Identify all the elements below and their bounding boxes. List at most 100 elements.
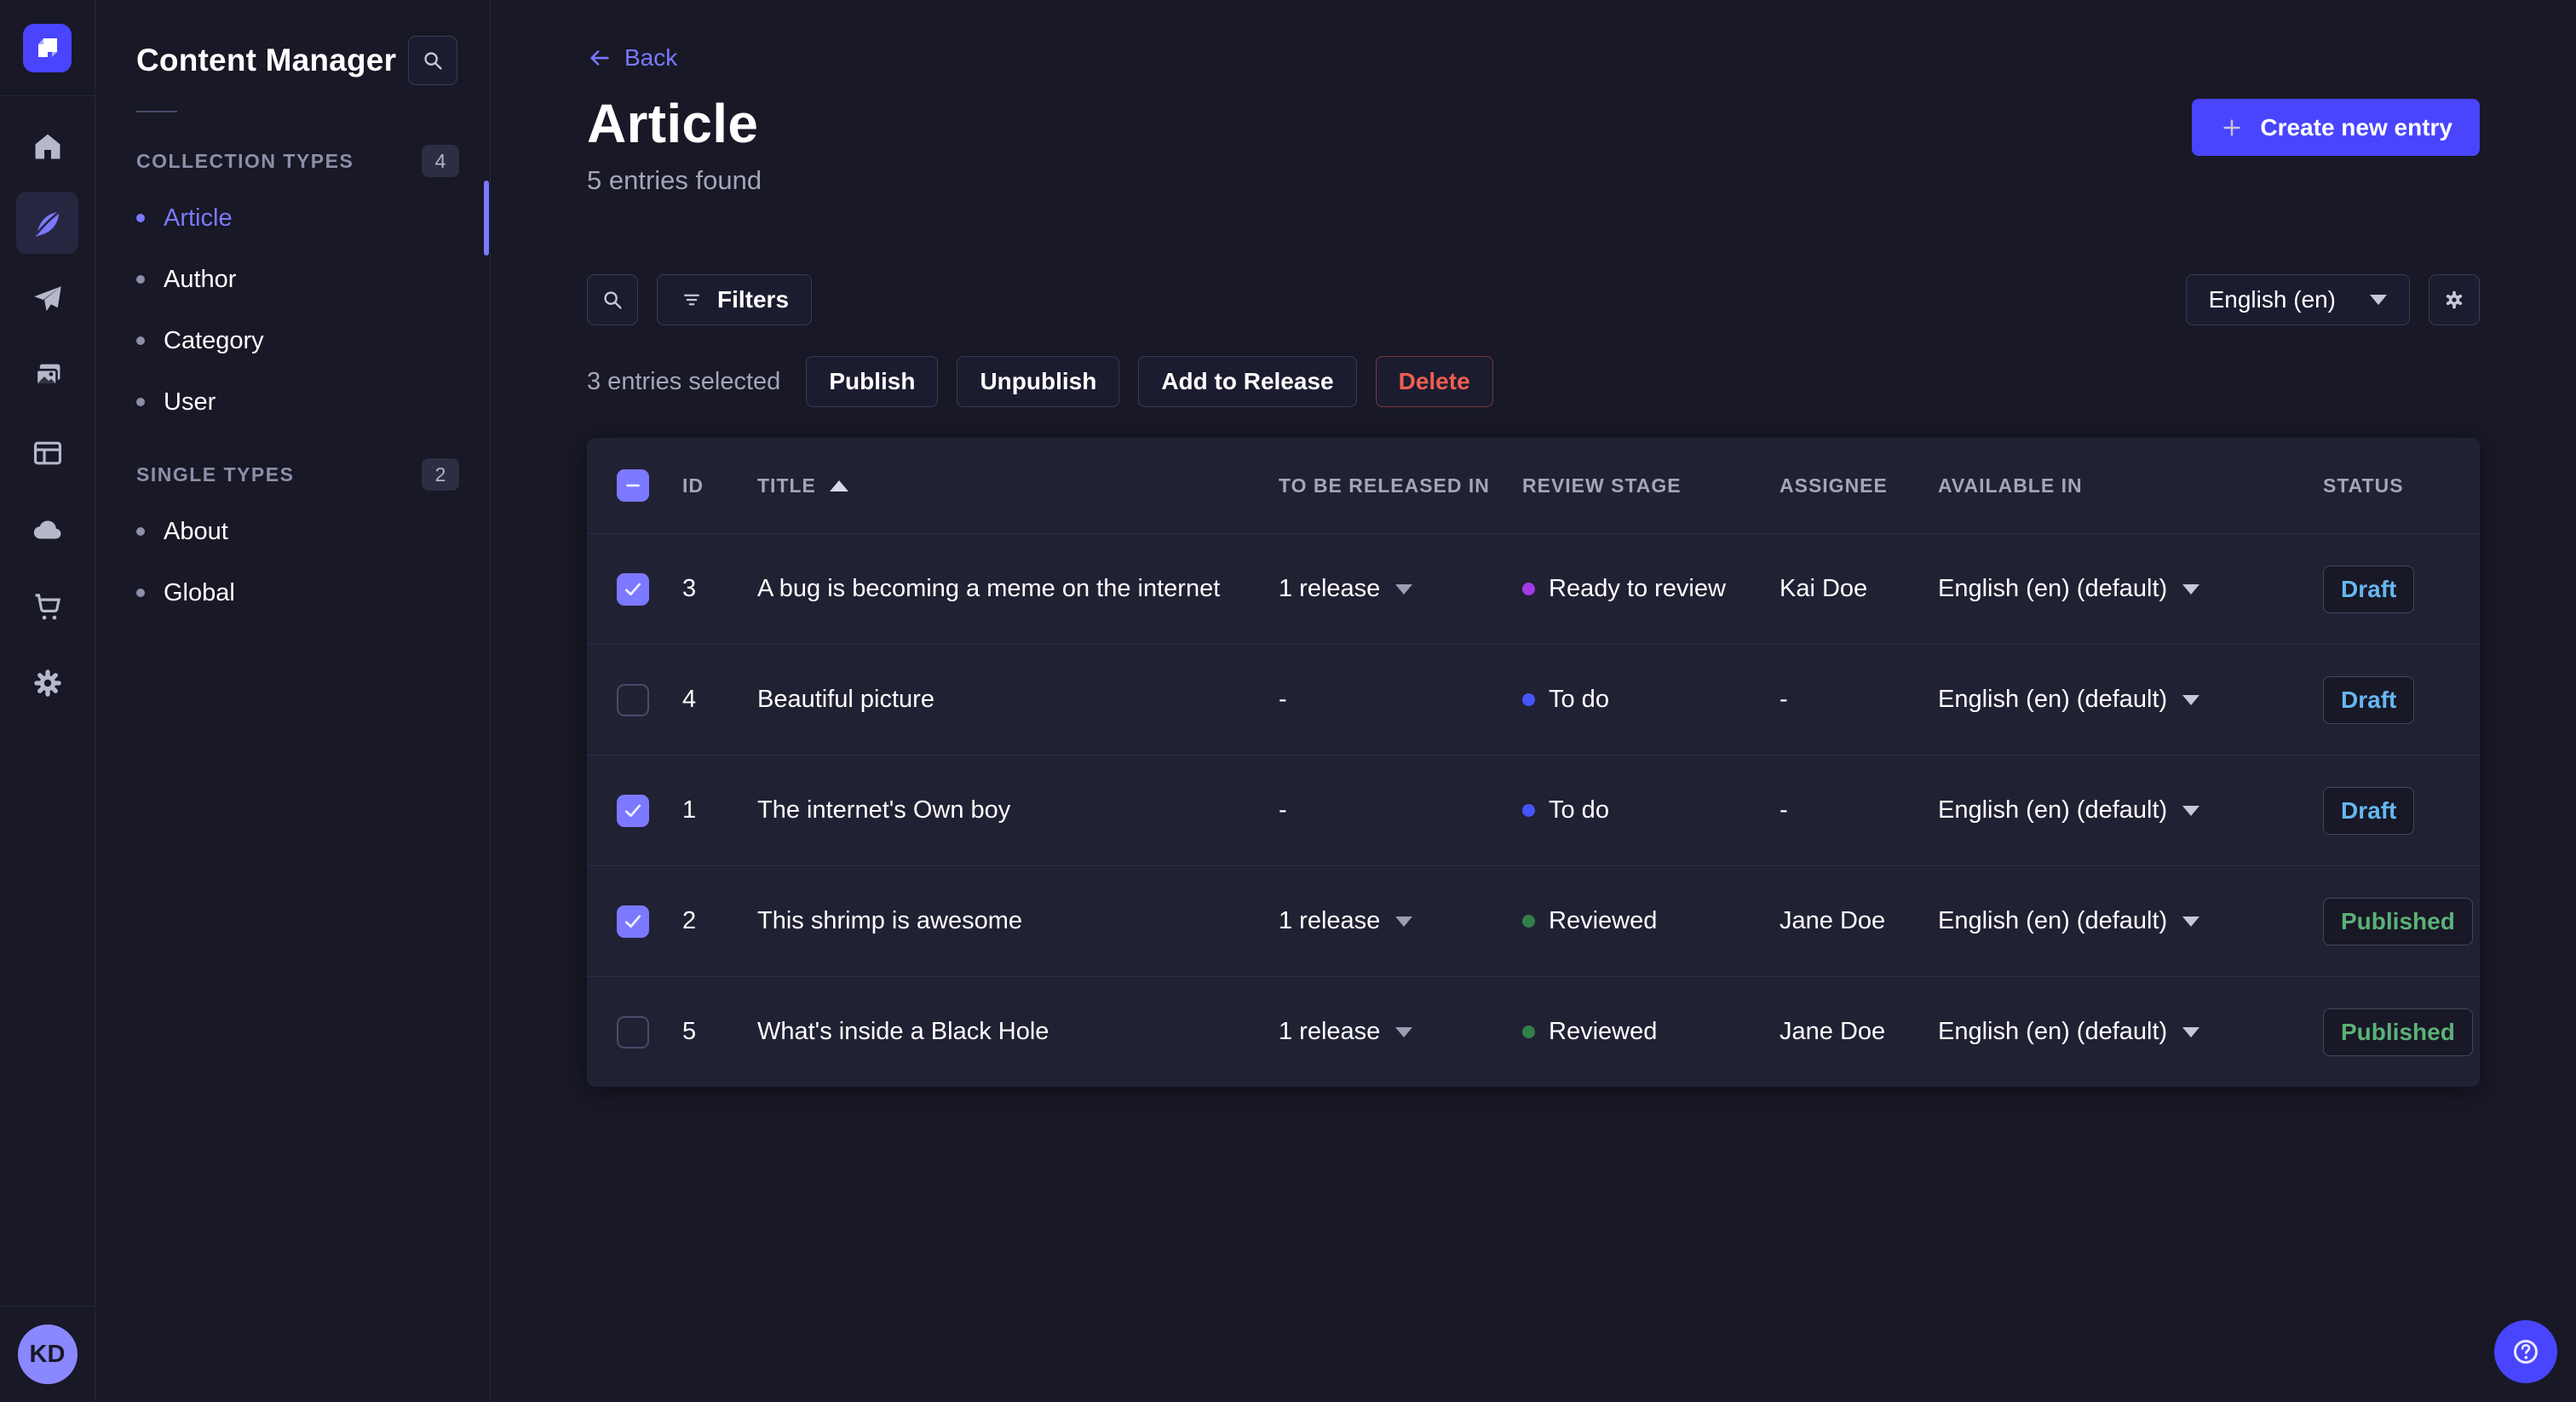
caret-down-icon xyxy=(2182,805,2200,816)
strapi-logo-glyph xyxy=(37,38,57,57)
bullet-icon xyxy=(136,589,145,597)
table-header-row: ID TITLE TO BE RELEASED IN REVIEW STAGE … xyxy=(587,438,2480,533)
caret-down-icon xyxy=(2182,1026,2200,1037)
logo-cell xyxy=(0,0,95,96)
cell-review-stage: To do xyxy=(1522,796,1780,825)
column-header-title[interactable]: TITLE xyxy=(757,474,1279,497)
cell-released[interactable]: - xyxy=(1279,686,1522,714)
subnav-section: COLLECTION TYPES 4 Article Author Catego… xyxy=(95,145,490,433)
filter-icon xyxy=(684,294,699,306)
cell-released[interactable]: 1 release xyxy=(1279,1018,1522,1046)
selection-count-label: 3 entries selected xyxy=(587,367,781,395)
entries-count: 5 entries found xyxy=(587,165,762,195)
select-all-checkbox[interactable] xyxy=(617,469,649,502)
subnav-sections: COLLECTION TYPES 4 Article Author Catego… xyxy=(95,145,490,623)
section-label: SINGLE TYPES xyxy=(136,463,295,486)
subnav-title: Content Manager xyxy=(136,43,397,78)
review-stage-dot xyxy=(1522,1026,1535,1038)
strapi-logo[interactable] xyxy=(23,23,72,72)
cell-available-in[interactable]: English (en) (default) xyxy=(1938,796,2323,825)
create-entry-button[interactable]: Create new entry xyxy=(2192,99,2480,156)
media-library-icon[interactable] xyxy=(16,345,78,407)
cell-review-stage: Reviewed xyxy=(1522,1018,1780,1046)
app-root: KD Content Manager COLLECTION TYPES 4 Ar… xyxy=(0,0,2576,1402)
releases-icon[interactable] xyxy=(16,268,78,330)
add-to-release-button[interactable]: Add to Release xyxy=(1138,356,1357,407)
content-manager-icon[interactable] xyxy=(16,192,78,254)
caret-down-icon xyxy=(1395,916,1413,927)
subnav-item-about[interactable]: About xyxy=(95,501,490,562)
list-settings-button[interactable] xyxy=(2429,274,2480,325)
subnav-search-button[interactable] xyxy=(408,36,457,85)
subnav-item-label: Author xyxy=(164,265,237,293)
content-type-builder-icon[interactable] xyxy=(16,422,78,484)
table-row[interactable]: 5 What's inside a Black Hole 1 release R… xyxy=(587,976,2480,1087)
cell-available-in[interactable]: English (en) (default) xyxy=(1938,1018,2323,1046)
publish-button[interactable]: Publish xyxy=(806,356,939,407)
check-icon xyxy=(624,915,641,928)
subnav-item-user[interactable]: User xyxy=(95,371,490,433)
section-items: Article Author Category User xyxy=(95,181,490,433)
search-button[interactable] xyxy=(587,274,638,325)
plus-icon xyxy=(2223,118,2241,136)
row-checkbox[interactable] xyxy=(617,1015,649,1049)
available-label: English (en) (default) xyxy=(1938,686,2168,713)
cell-assignee: - xyxy=(1780,686,1788,713)
sort-asc-icon xyxy=(829,480,848,491)
cell-available-in[interactable]: English (en) (default) xyxy=(1938,575,2323,603)
section-count-badge: 2 xyxy=(422,458,459,491)
help-icon xyxy=(2514,1340,2538,1364)
table-row[interactable]: 2 This shrimp is awesome 1 release Revie… xyxy=(587,865,2480,976)
column-header-status: STATUS xyxy=(2323,474,2404,497)
cell-available-in[interactable]: English (en) (default) xyxy=(1938,686,2323,714)
filters-button[interactable]: Filters xyxy=(657,274,813,325)
release-label: 1 release xyxy=(1279,575,1381,602)
gear-icon xyxy=(2446,290,2463,309)
back-link[interactable]: Back xyxy=(587,44,677,72)
cell-review-stage: To do xyxy=(1522,686,1780,714)
marketplace-icon[interactable] xyxy=(16,575,78,637)
table-row[interactable]: 1 The internet's Own boy - To do - Engli… xyxy=(587,755,2480,865)
cell-assignee: Jane Doe xyxy=(1780,907,1886,934)
active-indicator xyxy=(484,181,489,256)
cell-available-in[interactable]: English (en) (default) xyxy=(1938,907,2323,935)
subnav-item-article[interactable]: Article xyxy=(95,181,490,256)
cell-id: 2 xyxy=(682,907,697,934)
cell-assignee: Jane Doe xyxy=(1780,1018,1886,1045)
delete-button[interactable]: Delete xyxy=(1375,356,1493,407)
cell-released[interactable]: - xyxy=(1279,796,1522,825)
bullet-icon xyxy=(136,336,145,345)
subnav-item-category[interactable]: Category xyxy=(95,310,490,371)
subnav-divider xyxy=(136,111,177,112)
column-header-id: ID xyxy=(682,474,704,497)
cell-assignee: Kai Doe xyxy=(1780,575,1868,602)
row-checkbox[interactable] xyxy=(617,683,649,716)
row-checkbox[interactable] xyxy=(617,905,649,938)
help-button[interactable] xyxy=(2494,1320,2557,1383)
available-label: English (en) (default) xyxy=(1938,907,2168,934)
column-header-assignee: ASSIGNEE xyxy=(1780,474,1888,497)
available-label: English (en) (default) xyxy=(1938,575,2168,602)
table-row[interactable]: 3 A bug is becoming a meme on the intern… xyxy=(587,533,2480,644)
locale-select[interactable]: English (en) xyxy=(2185,274,2410,325)
settings-icon[interactable] xyxy=(16,652,78,714)
subnav-item-label: Article xyxy=(164,204,233,232)
cell-id: 3 xyxy=(682,575,697,602)
subnav-item-author[interactable]: Author xyxy=(95,249,490,310)
column-header-review: REVIEW STAGE xyxy=(1522,474,1682,497)
cell-released[interactable]: 1 release xyxy=(1279,575,1522,603)
row-checkbox[interactable] xyxy=(617,572,649,606)
deploy-icon[interactable] xyxy=(16,498,78,560)
home-icon[interactable] xyxy=(16,115,78,177)
section-items: About Global xyxy=(95,501,490,623)
table-row[interactable]: 4 Beautiful picture - To do - English (e… xyxy=(587,644,2480,755)
cell-released[interactable]: 1 release xyxy=(1279,907,1522,935)
unpublish-button[interactable]: Unpublish xyxy=(957,356,1120,407)
page-title: Article xyxy=(587,93,759,154)
subnav-item-global[interactable]: Global xyxy=(95,562,490,623)
available-label: English (en) (default) xyxy=(1938,796,2168,824)
user-avatar[interactable]: KD xyxy=(17,1324,78,1384)
row-checkbox[interactable] xyxy=(617,794,649,827)
caret-down-icon xyxy=(2182,583,2200,595)
review-stage-dot xyxy=(1522,693,1535,706)
